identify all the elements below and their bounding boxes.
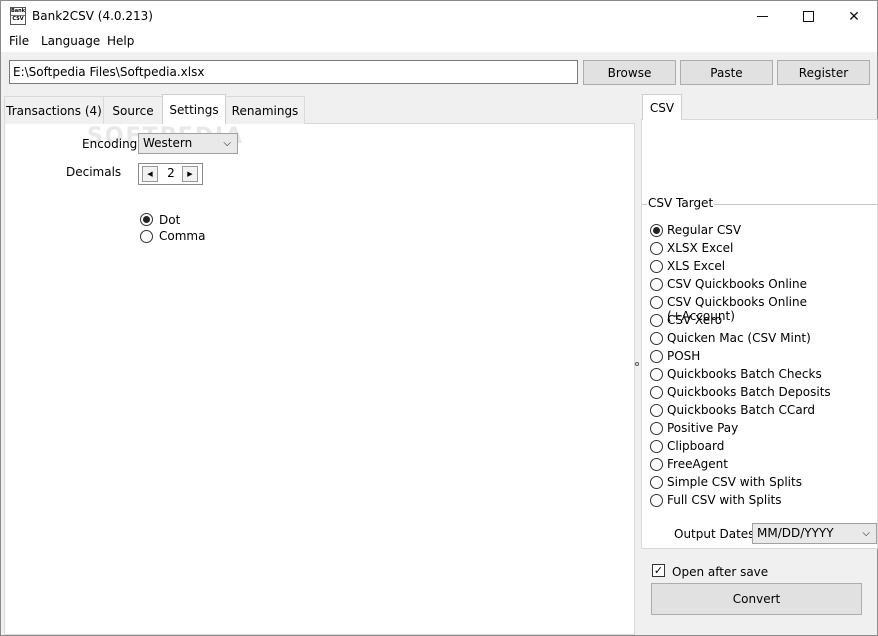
radio-csv-target-label: POSH (667, 349, 701, 363)
decimals-stepper[interactable]: ◀ 2 ▶ (138, 163, 203, 185)
app-logo-icon: Bank CSV (10, 7, 26, 25)
app-window: Bank CSV Bank2CSV (4.0.213) ✕ File Langu… (0, 0, 878, 636)
radio-csv-target[interactable] (650, 422, 663, 435)
encoding-label: Encoding: (82, 137, 142, 151)
radio-csv-target-label: CSV Quickbooks Online (667, 277, 807, 291)
title-bar[interactable]: Bank CSV Bank2CSV (4.0.213) ✕ (1, 1, 877, 32)
radio-csv-target-label: Full CSV with Splits (667, 493, 782, 507)
minimize-icon (756, 16, 768, 17)
radio-csv-target-label: Quicken Mac (CSV Mint) (667, 331, 811, 345)
window-title: Bank2CSV (4.0.213) (32, 9, 153, 23)
tab-renamings[interactable]: Renamings (225, 96, 305, 124)
triangle-right-icon: ▶ (187, 170, 193, 178)
triangle-left-icon: ◀ (147, 170, 153, 178)
radio-csv-target[interactable] (650, 332, 663, 345)
register-button[interactable]: Register (777, 60, 870, 85)
radio-csv-target[interactable] (650, 440, 663, 453)
chevron-down-icon: ⌵ (862, 528, 870, 539)
radio-comma-label: Comma (159, 229, 206, 243)
radio-csv-target[interactable] (650, 476, 663, 489)
check-icon: ✓ (653, 564, 664, 577)
radio-csv-target-label: FreeAgent (667, 457, 728, 471)
radio-csv-target-label: Clipboard (667, 439, 725, 453)
csv-target-title: CSV Target (647, 196, 715, 210)
open-after-save-label: Open after save (672, 565, 769, 579)
encoding-value: Western (143, 136, 193, 150)
radio-csv-target-label: XLS Excel (667, 259, 726, 273)
app-logo-text-top: Bank (11, 8, 26, 14)
radio-csv-target-label: Quickbooks Batch Deposits (667, 385, 831, 399)
radio-csv-target[interactable] (650, 404, 663, 417)
radio-csv-target[interactable] (650, 494, 663, 507)
close-icon: ✕ (848, 8, 860, 25)
radio-csv-target-label: CSV Xero (667, 313, 723, 327)
output-dates-label: Output Dates: (674, 527, 759, 541)
app-logo-text-bottom: CSV (11, 15, 25, 22)
radio-csv-target[interactable] (650, 458, 663, 471)
radio-comma[interactable] (140, 230, 153, 243)
file-path-input[interactable]: E:\Softpedia Files\Softpedia.xlsx (9, 60, 578, 84)
radio-csv-target[interactable] (650, 224, 663, 237)
menu-file[interactable]: File (9, 34, 29, 48)
increment-button[interactable]: ▶ (182, 166, 198, 182)
radio-csv-target[interactable] (650, 350, 663, 363)
output-dates-select[interactable]: MM/DD/YYYY ⌵ (752, 523, 877, 544)
chevron-down-icon: ⌵ (223, 138, 231, 149)
radio-csv-target-label: Quickbooks Batch Checks (667, 367, 822, 381)
radio-csv-target[interactable] (650, 278, 663, 291)
radio-csv-target[interactable] (650, 314, 663, 327)
radio-csv-target-label: Regular CSV (667, 223, 742, 237)
maximize-icon (802, 11, 814, 22)
paste-button[interactable]: Paste (680, 60, 773, 85)
splitter-handle[interactable] (635, 362, 639, 366)
tab-transactions[interactable]: Transactions (4) (4, 96, 104, 124)
maximize-button[interactable] (785, 1, 831, 32)
menu-bar: File Language Help (1, 32, 877, 52)
settings-panel (4, 123, 635, 635)
radio-csv-target[interactable] (650, 242, 663, 255)
output-dates-value: MM/DD/YYYY (757, 526, 834, 540)
menu-help[interactable]: Help (107, 34, 134, 48)
tab-csv[interactable]: CSV (642, 94, 682, 120)
radio-dot[interactable] (140, 213, 153, 226)
radio-csv-target-label: Quickbooks Batch CCard (667, 403, 816, 417)
browse-button[interactable]: Browse (583, 60, 676, 85)
decrement-button[interactable]: ◀ (142, 166, 158, 182)
radio-csv-target-label: Positive Pay (667, 421, 739, 435)
radio-csv-target[interactable] (650, 386, 663, 399)
convert-button[interactable]: Convert (651, 583, 862, 615)
tab-settings[interactable]: Settings (162, 94, 226, 124)
encoding-select[interactable]: Western ⌵ (138, 133, 238, 154)
radio-csv-target[interactable] (650, 260, 663, 273)
menu-language[interactable]: Language (41, 34, 100, 48)
close-button[interactable]: ✕ (831, 1, 877, 32)
radio-dot-label: Dot (159, 213, 181, 227)
radio-csv-target-label: XLSX Excel (667, 241, 734, 255)
tab-source[interactable]: Source (103, 96, 163, 124)
decimals-value[interactable]: 2 (161, 166, 181, 180)
radio-csv-target-label: Simple CSV with Splits (667, 475, 802, 489)
open-after-save-checkbox[interactable]: ✓ (652, 564, 665, 577)
decimals-label: Decimals (66, 165, 122, 179)
radio-csv-target[interactable] (650, 368, 663, 381)
radio-csv-target[interactable] (650, 296, 663, 309)
minimize-button[interactable] (739, 1, 785, 32)
